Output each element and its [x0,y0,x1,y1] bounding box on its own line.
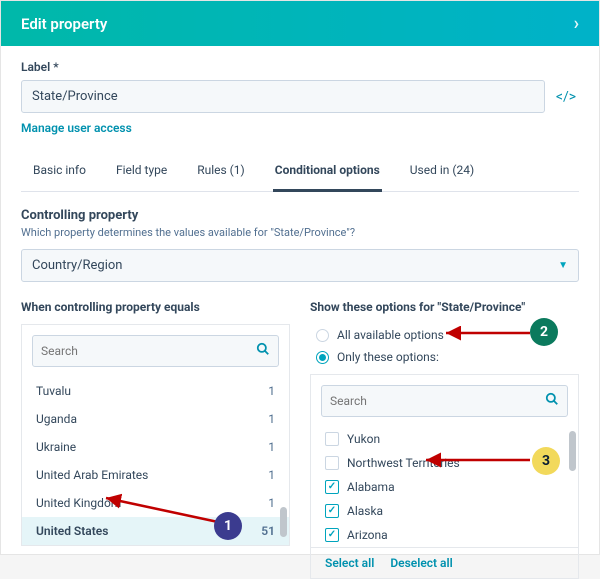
tab-basic-info[interactable]: Basic info [31,153,88,191]
scrollbar-thumb[interactable] [280,507,287,537]
option-item[interactable]: Alabama [311,475,578,499]
list-item[interactable]: Tuvalu 1 [22,377,289,405]
search-input[interactable] [330,394,545,408]
item-label: Ukraine [36,440,76,454]
item-label: Tuvalu [36,384,71,398]
option-item[interactable]: Yukon [311,427,578,451]
manage-user-access-link[interactable]: Manage user access [21,121,579,135]
radio-icon [316,351,329,364]
options-title: Show these options for "State/Province" [310,300,579,314]
options-list: Yukon Northwest Territories Alabama Alas… [310,374,579,579]
controlling-values-column: When controlling property equals Tuvalu 1… [21,300,290,579]
label-field-label: Label * [21,60,579,74]
controlling-values-title: When controlling property equals [21,300,290,314]
option-label: Alabama [347,480,395,494]
options-footer: Select all Deselect all [311,547,578,578]
option-item[interactable]: Alaska [311,499,578,523]
item-count: 1 [268,440,275,454]
chevron-down-icon: ▼ [558,260,568,271]
checkbox-icon [325,480,339,494]
checkbox-icon [325,432,339,446]
required-asterisk: * [53,60,58,74]
controlling-property-title: Controlling property [21,208,579,223]
search-icon [545,392,559,410]
list-item[interactable]: Uganda 1 [22,405,289,433]
list-item-selected[interactable]: United States 51 [22,517,289,545]
item-label: United Arab Emirates [36,468,148,482]
tab-conditional-options[interactable]: Conditional options [273,153,382,192]
panel-title: Edit property [21,15,107,33]
list-item[interactable]: Ukraine 1 [22,433,289,461]
radio-label: Only these options: [337,350,439,364]
option-label: Northwest Territories [347,456,460,470]
annotation-badge-2: 2 [530,318,558,346]
select-all-link[interactable]: Select all [325,556,374,570]
item-count: 1 [268,496,275,510]
item-label: United States [36,524,108,538]
search-icon [256,342,270,360]
item-count: 1 [268,468,275,482]
deselect-all-link[interactable]: Deselect all [390,556,452,570]
edit-property-panel: Edit property › Label * </> Manage user … [0,0,600,555]
label-input[interactable] [21,80,545,113]
close-chevron-icon[interactable]: › [574,13,579,34]
controlling-property-subtitle: Which property determines the values ava… [21,226,579,239]
tab-field-type[interactable]: Field type [114,153,169,191]
controlling-property-select[interactable]: Country/Region ▼ [21,249,579,282]
checkbox-icon [325,528,339,542]
tabs: Basic info Field type Rules (1) Conditio… [21,153,579,192]
option-label: Arizona [347,528,388,542]
option-label: Yukon [347,432,380,446]
radio-only-these[interactable]: Only these options: [310,346,579,368]
search-input[interactable] [41,344,256,358]
controlling-property-value: Country/Region [32,258,122,273]
item-count: 1 [268,412,275,426]
label-text: Label [21,60,50,74]
tab-used-in[interactable]: Used in (24) [408,153,476,191]
radio-icon [316,329,329,342]
checkbox-icon [325,456,339,470]
item-label: Uganda [36,412,77,426]
list-item[interactable]: United Kingdom 1 [22,489,289,517]
option-item[interactable]: Arizona [311,523,578,547]
controlling-values-list: Tuvalu 1 Uganda 1 Ukraine 1 United Arab Emi… [21,324,290,546]
annotation-badge-3: 3 [532,447,560,475]
annotation-badge-1: 1 [214,512,242,540]
controlling-values-search[interactable] [32,335,279,367]
options-scroll[interactable]: Yukon Northwest Territories Alabama Alas… [311,427,578,547]
radio-label: All available options [337,328,444,342]
options-search[interactable] [321,385,568,417]
option-label: Alaska [347,504,383,518]
code-icon[interactable]: </> [553,89,579,105]
list-item[interactable]: United Arab Emirates 1 [22,461,289,489]
item-count: 1 [268,384,275,398]
item-label: United Kingdom [36,496,121,510]
item-count: 51 [261,524,275,538]
panel-header: Edit property › [1,1,599,46]
scrollbar-thumb[interactable] [569,431,576,471]
checkbox-icon [325,504,339,518]
tab-rules[interactable]: Rules (1) [195,153,247,191]
controlling-values-scroll[interactable]: Tuvalu 1 Uganda 1 Ukraine 1 United Arab Emi… [22,377,289,545]
